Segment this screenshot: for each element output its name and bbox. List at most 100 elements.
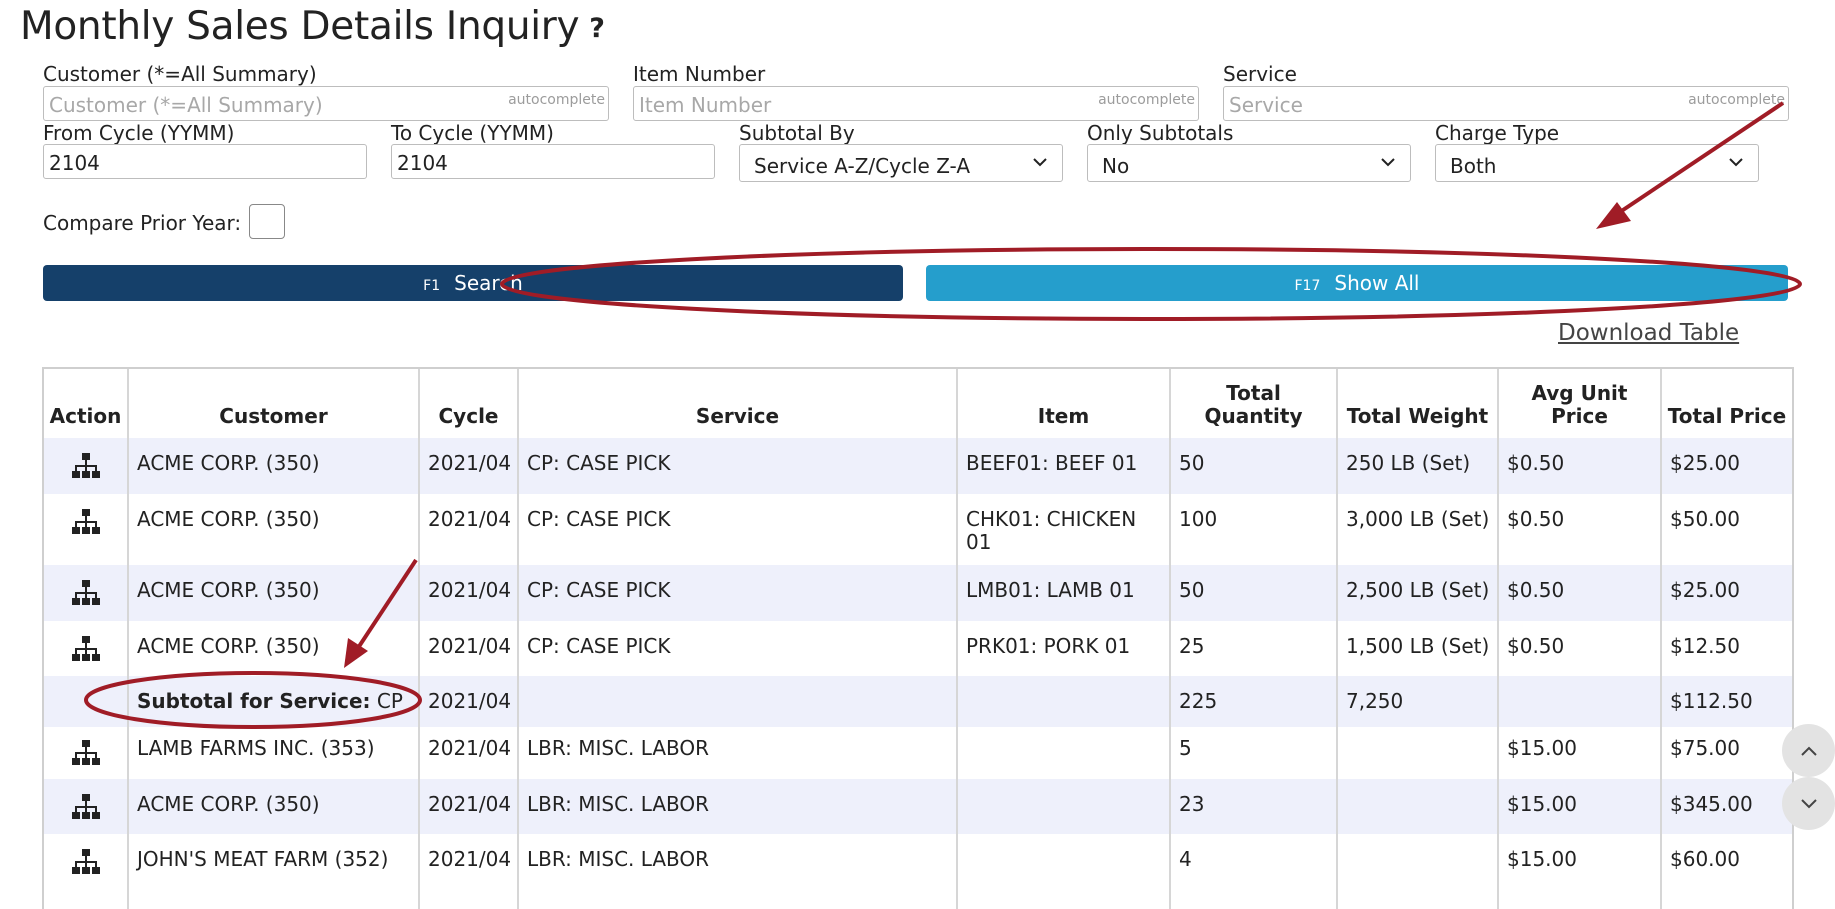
quantity-cell: 25 (1170, 621, 1338, 676)
total-price-cell: $25.00 (1661, 438, 1792, 494)
chevron-up-icon (1800, 746, 1817, 756)
service-label: Service (1223, 62, 1297, 86)
quantity-cell: 50 (1170, 438, 1338, 494)
service-input[interactable]: Service autocomplete (1223, 86, 1789, 121)
hierarchy-icon[interactable] (71, 452, 101, 480)
total-price-cell (1661, 889, 1792, 909)
search-button-label: Search (454, 271, 523, 295)
item-cell: PRK01: PORK 01 (957, 621, 1171, 676)
chevron-down-icon (1381, 158, 1395, 167)
customer-label: Customer (*=All Summary) (43, 62, 317, 86)
charge-type-label: Charge Type (1435, 121, 1560, 145)
customer-cell: ACME CORP. (350) (128, 621, 420, 676)
charge-type-select[interactable]: Both (1435, 144, 1759, 182)
action-cell[interactable] (44, 779, 129, 834)
only-subtotals-value: No (1102, 154, 1130, 178)
customer-placeholder: Customer (*=All Summary) (49, 93, 323, 117)
weight-cell (1337, 779, 1499, 834)
search-button[interactable]: F1 Search (43, 265, 903, 301)
customer-input[interactable]: Customer (*=All Summary) autocomplete (43, 86, 609, 121)
table-row: ACME CORP. (350) 2021/04 CP: CASE PICK P… (44, 621, 1792, 676)
item-cell (957, 676, 1171, 727)
subtotal-label-cell: Subtotal for Service: CP (128, 676, 420, 727)
avg-price-cell: $15.00 (1498, 727, 1662, 779)
hierarchy-icon[interactable] (71, 739, 101, 767)
table-row: ACME CORP. (350) 2021/04 CP: CASE PICK B… (44, 438, 1792, 494)
quantity-cell: 225 (1170, 676, 1338, 727)
quantity-cell: 50 (1170, 565, 1338, 621)
search-key-hint: F1 (423, 278, 441, 294)
avg-price-cell: $0.50 (1498, 621, 1662, 676)
item-cell: CHK01: CHICKEN 01 (957, 494, 1171, 565)
item-cell (957, 727, 1171, 779)
col-header-total-weight[interactable]: Total Weight (1337, 369, 1499, 438)
service-cell: LBR: MISC. LABOR (518, 834, 958, 889)
only-subtotals-select[interactable]: No (1087, 144, 1411, 182)
quantity-cell: 100 (1170, 494, 1338, 565)
action-cell[interactable] (44, 834, 129, 889)
service-placeholder: Service (1229, 93, 1303, 117)
col-header-item[interactable]: Item (957, 369, 1171, 438)
item-cell (957, 779, 1171, 834)
action-cell[interactable] (44, 438, 129, 494)
col-header-service[interactable]: Service (518, 369, 958, 438)
subtotal-by-label: Subtotal By (739, 121, 855, 145)
service-cell: LBR: MISC. LABOR (518, 727, 958, 779)
cycle-cell: 2021/04 (419, 494, 519, 565)
col-header-total-quantity[interactable]: Total Quantity (1170, 369, 1338, 438)
scroll-down-button[interactable] (1782, 777, 1835, 830)
customer-cell: ACME CORP. (350) (128, 438, 420, 494)
total-price-cell: $50.00 (1670, 507, 1740, 531)
chevron-down-icon (1033, 158, 1047, 167)
avg-price-cell: $0.50 (1498, 438, 1662, 494)
item-number-placeholder: Item Number (639, 93, 772, 117)
action-cell[interactable] (44, 727, 129, 779)
col-header-customer[interactable]: Customer (128, 369, 420, 438)
item-cell (957, 834, 1171, 889)
page-title: Monthly Sales Details Inquiry? (20, 4, 605, 49)
hierarchy-icon[interactable] (71, 848, 101, 876)
customer-cell: JOHN'S MEAT FARM (352) (128, 834, 420, 889)
compare-prior-year-checkbox[interactable] (249, 204, 285, 239)
scroll-up-button[interactable] (1782, 724, 1835, 777)
service-cell (518, 676, 958, 727)
item-cell: LMB01: LAMB 01 (957, 565, 1171, 621)
from-cycle-label: From Cycle (YYMM) (43, 121, 235, 145)
from-cycle-input[interactable]: 2104 (43, 144, 367, 179)
to-cycle-input[interactable]: 2104 (391, 144, 715, 179)
cycle-cell: 2021/04 (419, 676, 519, 727)
action-cell[interactable] (44, 621, 129, 676)
download-table-link[interactable]: Download Table (1558, 320, 1739, 346)
show-all-button-label: Show All (1334, 271, 1420, 295)
action-cell[interactable] (44, 565, 129, 621)
col-header-avg-unit-price[interactable]: Avg Unit Price (1498, 369, 1662, 438)
total-price-cell: $60.00 (1670, 847, 1740, 871)
action-cell-empty (44, 676, 129, 727)
quantity-cell: 5 (1170, 727, 1338, 779)
hierarchy-icon[interactable] (71, 793, 101, 821)
to-cycle-label: To Cycle (YYMM) (391, 121, 554, 145)
service-cell: CP: CASE PICK (518, 494, 958, 565)
table-header-row: Action Customer Cycle Service Item Total… (44, 369, 1792, 438)
item-cell: BEEF01: BEEF 01 (957, 438, 1171, 494)
quantity-cell: 4 (1170, 834, 1338, 889)
action-cell[interactable] (44, 494, 129, 565)
sales-table: Action Customer Cycle Service Item Total… (42, 367, 1794, 909)
col-header-total-price[interactable]: Total Price (1661, 369, 1792, 438)
help-icon[interactable]: ? (589, 13, 605, 44)
hierarchy-icon[interactable] (71, 635, 101, 663)
avg-price-cell (1498, 676, 1662, 727)
col-header-cycle[interactable]: Cycle (419, 369, 519, 438)
cycle-cell: 2021/04 (419, 621, 519, 676)
subtotal-service: CP (376, 689, 403, 713)
hierarchy-icon[interactable] (71, 508, 101, 536)
total-price-cell: $345.00 (1661, 779, 1792, 834)
hierarchy-icon[interactable] (71, 579, 101, 607)
autocomplete-tag: autocomplete (1688, 92, 1785, 108)
subtotal-by-select[interactable]: Service A-Z/Cycle Z-A (739, 144, 1063, 182)
item-number-input[interactable]: Item Number autocomplete (633, 86, 1199, 121)
show-all-button[interactable]: F17 Show All (926, 265, 1788, 301)
subtotal-row: Subtotal for Service: CP 2021/04 225 7,2… (44, 676, 1792, 727)
quantity-cell (1170, 889, 1338, 909)
total-price-cell: $112.50 (1661, 676, 1792, 727)
